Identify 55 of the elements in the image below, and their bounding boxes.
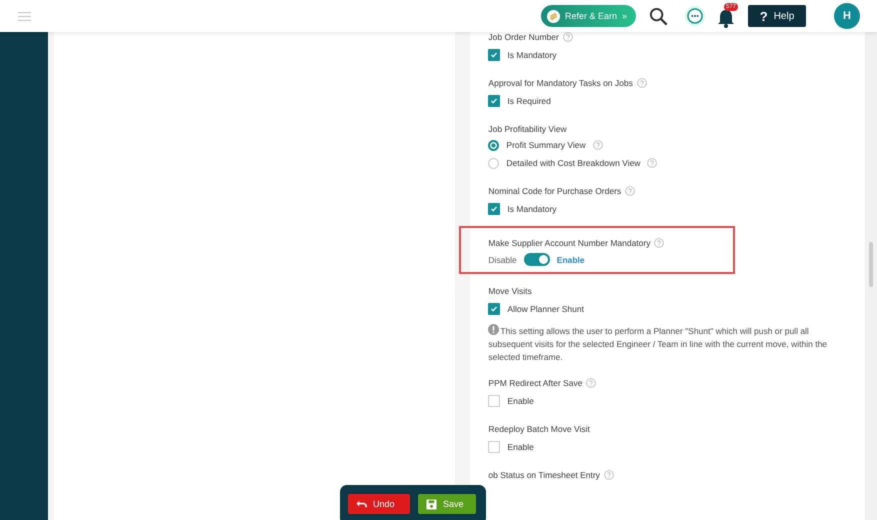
- help-button[interactable]: ? Help: [748, 5, 806, 27]
- bell-icon[interactable]: [717, 8, 735, 28]
- checkbox[interactable]: [488, 49, 500, 61]
- chat-icon[interactable]: [684, 5, 706, 27]
- checkmark-icon: [489, 204, 500, 214]
- help-icon[interactable]: [625, 186, 636, 196]
- refer-earn-button[interactable]: Refer & Earn »: [540, 5, 636, 27]
- setting-title: Move Visits: [488, 286, 532, 296]
- checkbox[interactable]: [488, 303, 500, 315]
- setting-title: Redeploy Batch Move Visit: [488, 424, 590, 434]
- info-note: This setting allows the user to perform a Planner "Shunt" which will push or pull all subsequent visits for the selected Engineer / Team in line with the current move, within the selected timeframe.: [488, 324, 828, 364]
- checkbox-label: Is Mandatory: [507, 204, 557, 214]
- checkbox-label: Enable: [507, 396, 534, 406]
- help-icon[interactable]: [562, 32, 573, 42]
- radio-button[interactable]: [488, 140, 500, 150]
- radio-label: Profit Summary View: [506, 140, 586, 150]
- checkbox[interactable]: [488, 95, 500, 107]
- help-icon[interactable]: [592, 140, 603, 150]
- setting-title: Make Supplier Account Number Mandatory: [488, 238, 650, 248]
- checkmark-icon: [489, 50, 500, 60]
- undo-icon: [356, 498, 367, 510]
- checkbox-label: Allow Planner Shunt: [507, 304, 584, 314]
- checkmark-icon: [489, 304, 500, 314]
- save-icon: [426, 498, 437, 510]
- help-icon[interactable]: [586, 378, 596, 388]
- toggle-switch[interactable]: [524, 253, 550, 266]
- radio-button[interactable]: [488, 158, 500, 168]
- help-icon[interactable]: [654, 238, 664, 248]
- checkbox-label: Is Required: [507, 96, 551, 106]
- radio-label: Detailed with Cost Breakdown View: [506, 158, 640, 168]
- checkbox[interactable]: [488, 395, 500, 407]
- checkbox-label: Enable: [507, 442, 534, 452]
- toggle-on-label: Enable: [556, 254, 585, 264]
- help-icon[interactable]: [647, 158, 658, 168]
- setting-title: ob Status on Timesheet Entry: [488, 470, 600, 480]
- setting-title: Nominal Code for Purchase Orders: [488, 186, 622, 196]
- search-icon[interactable]: [649, 6, 668, 26]
- toggle-off-label: Disable: [488, 254, 517, 264]
- info-icon: [488, 324, 500, 335]
- help-icon[interactable]: [604, 470, 614, 480]
- checkbox[interactable]: [488, 203, 500, 215]
- checkmark-icon: [489, 96, 500, 106]
- scrollbar[interactable]: [865, 32, 877, 520]
- menu-icon[interactable]: [18, 12, 31, 20]
- user-avatar[interactable]: H: [834, 3, 860, 29]
- setting-title: Job Order Number: [488, 32, 559, 42]
- setting-title: Job Profitability View: [488, 124, 567, 134]
- setting-title: PPM Redirect After Save: [488, 378, 582, 388]
- help-icon[interactable]: [636, 78, 647, 88]
- checkbox-label: Is Mandatory: [507, 50, 557, 60]
- setting-title: Approval for Mandatory Tasks on Jobs: [488, 78, 633, 88]
- logo-icon: [546, 10, 560, 22]
- checkbox[interactable]: [488, 441, 500, 453]
- undo-button[interactable]: Undo: [348, 494, 410, 514]
- save-button[interactable]: Save: [418, 494, 476, 514]
